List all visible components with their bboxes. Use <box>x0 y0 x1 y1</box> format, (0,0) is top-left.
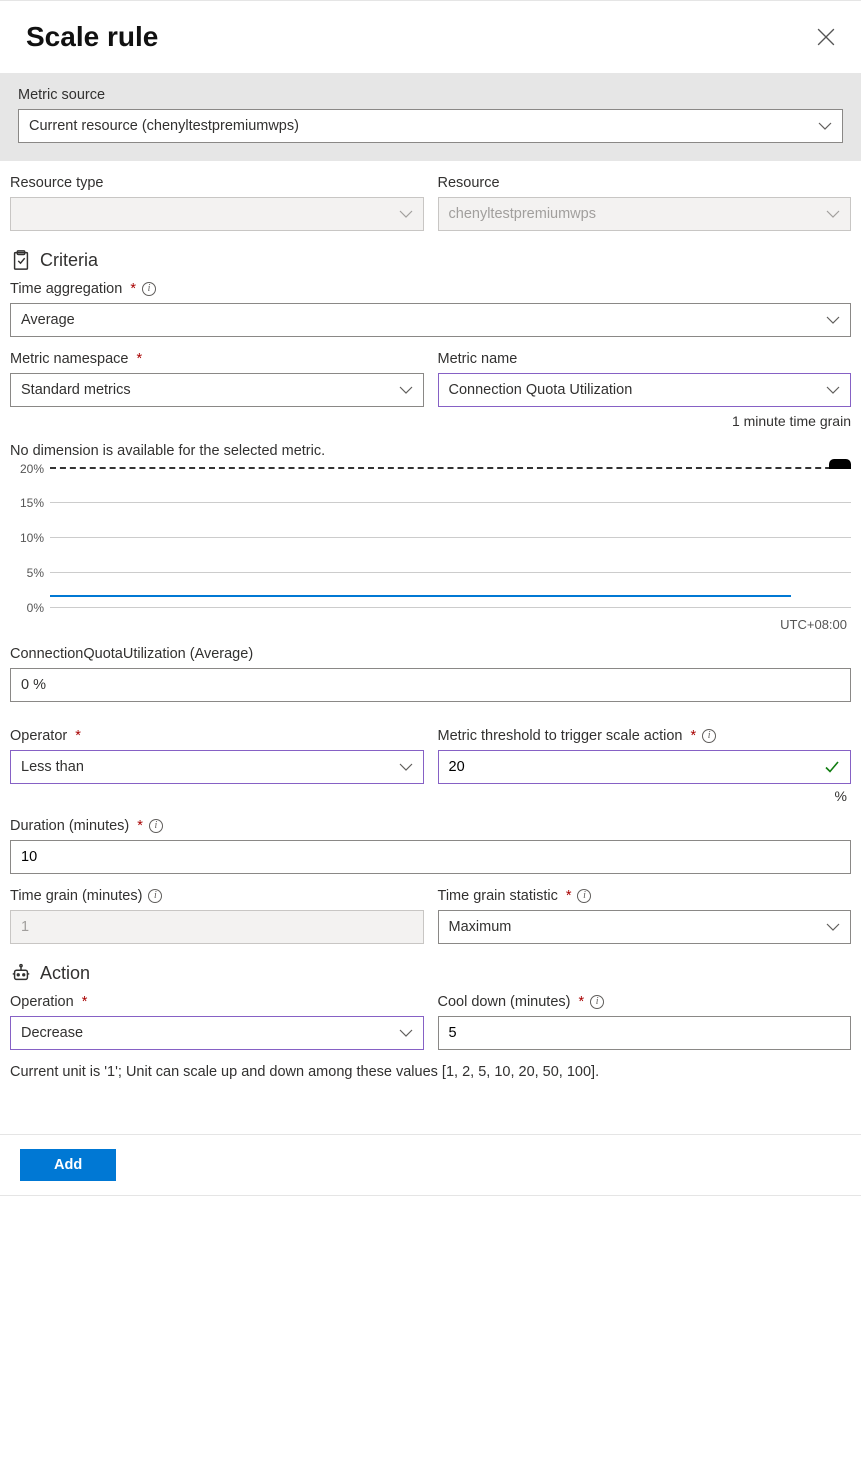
chart-series-line <box>50 595 791 597</box>
operator-label: Operator * <box>10 728 424 744</box>
close-icon[interactable] <box>817 28 835 46</box>
unit-note: Current unit is '1'; Unit can scale up a… <box>10 1064 851 1080</box>
info-icon[interactable]: i <box>148 889 162 903</box>
operator-value: Less than <box>21 759 84 775</box>
metric-name-select[interactable]: Connection Quota Utilization <box>438 373 852 407</box>
chevron-down-icon <box>826 920 840 934</box>
metric-namespace-select[interactable]: Standard metrics <box>10 373 424 407</box>
metric-source-value: Current resource (chenyltestpremiumwps) <box>29 118 299 134</box>
resource-type-label: Resource type <box>10 175 424 191</box>
required-indicator: * <box>130 281 136 297</box>
metric-name-value: Connection Quota Utilization <box>449 382 633 398</box>
resource-select: chenyltestpremiumwps <box>438 197 852 231</box>
threshold-unit: % <box>438 788 852 804</box>
time-grain-note: 1 minute time grain <box>438 413 852 429</box>
info-icon[interactable]: i <box>590 995 604 1009</box>
required-indicator: * <box>137 818 143 834</box>
metric-source-select[interactable]: Current resource (chenyltestpremiumwps) <box>18 109 843 143</box>
resource-type-select <box>10 197 424 231</box>
time-grain-stat-label: Time grain statistic * i <box>438 888 852 904</box>
duration-label: Duration (minutes) * i <box>10 818 851 834</box>
required-indicator: * <box>566 888 572 904</box>
time-grain-field: 1 <box>10 910 424 944</box>
cooldown-label: Cool down (minutes) * i <box>438 994 852 1010</box>
time-grain-stat-select[interactable]: Maximum <box>438 910 852 944</box>
chart-timezone: UTC+08:00 <box>10 617 851 632</box>
time-aggregation-value: Average <box>21 312 75 328</box>
chart-y-tick: 5% <box>10 566 44 580</box>
required-indicator: * <box>75 728 81 744</box>
add-button[interactable]: Add <box>20 1149 116 1181</box>
metric-namespace-value: Standard metrics <box>21 382 131 398</box>
required-indicator: * <box>136 351 142 367</box>
chart-y-tick: 20% <box>10 462 44 476</box>
operation-select[interactable]: Decrease <box>10 1016 424 1050</box>
operation-label: Operation * <box>10 994 424 1010</box>
chevron-down-icon <box>826 313 840 327</box>
metric-value-label: ConnectionQuotaUtilization (Average) <box>10 646 851 662</box>
threshold-input[interactable] <box>438 750 852 784</box>
chevron-down-icon <box>399 1026 413 1040</box>
scale-rule-panel: Scale rule Metric source Current resourc… <box>0 0 861 1196</box>
robot-icon <box>10 962 32 984</box>
criteria-section-title: Criteria <box>10 249 851 271</box>
chevron-down-icon <box>399 383 413 397</box>
chevron-down-icon <box>399 760 413 774</box>
cooldown-input[interactable] <box>438 1016 852 1050</box>
metric-value-field: 0 % <box>10 668 851 702</box>
time-grain-label: Time grain (minutes) i <box>10 888 424 904</box>
dimension-note: No dimension is available for the select… <box>10 443 851 459</box>
metric-source-section: Metric source Current resource (chenylte… <box>0 73 861 161</box>
info-icon[interactable]: i <box>142 282 156 296</box>
resource-value: chenyltestpremiumwps <box>449 206 596 222</box>
clipboard-check-icon <box>10 249 32 271</box>
threshold-label: Metric threshold to trigger scale action… <box>438 728 852 744</box>
metric-value-text: 0 % <box>21 677 46 693</box>
chevron-down-icon <box>826 207 840 221</box>
threshold-value[interactable] <box>449 751 825 783</box>
chart-threshold-marker <box>829 459 851 469</box>
chart-y-tick: 10% <box>10 531 44 545</box>
duration-value[interactable] <box>21 841 840 873</box>
info-icon[interactable]: i <box>702 729 716 743</box>
metric-chart: 20% 15% 10% 5% 0% <box>10 467 851 632</box>
time-grain-stat-value: Maximum <box>449 919 512 935</box>
checkmark-icon <box>824 759 840 775</box>
time-aggregation-select[interactable]: Average <box>10 303 851 337</box>
metric-source-label: Metric source <box>18 87 843 103</box>
chevron-down-icon <box>826 383 840 397</box>
time-aggregation-label: Time aggregation * i <box>10 281 851 297</box>
required-indicator: * <box>691 728 697 744</box>
chart-y-tick: 15% <box>10 496 44 510</box>
metric-namespace-label: Metric namespace * <box>10 351 424 367</box>
chevron-down-icon <box>399 207 413 221</box>
chart-y-tick: 0% <box>10 601 44 615</box>
info-icon[interactable]: i <box>577 889 591 903</box>
chevron-down-icon <box>818 119 832 133</box>
time-grain-value: 1 <box>21 919 29 935</box>
panel-header: Scale rule <box>0 1 861 73</box>
cooldown-value[interactable] <box>449 1017 841 1049</box>
required-indicator: * <box>82 994 88 1010</box>
panel-body: Resource type Resource chenyltestpremium… <box>0 161 861 1100</box>
operation-value: Decrease <box>21 1025 83 1041</box>
metric-name-label: Metric name <box>438 351 852 367</box>
panel-footer: Add <box>0 1134 861 1195</box>
panel-title: Scale rule <box>26 21 158 53</box>
duration-input[interactable] <box>10 840 851 874</box>
action-section-title: Action <box>10 962 851 984</box>
info-icon[interactable]: i <box>149 819 163 833</box>
resource-label: Resource <box>438 175 852 191</box>
required-indicator: * <box>578 994 584 1010</box>
operator-select[interactable]: Less than <box>10 750 424 784</box>
